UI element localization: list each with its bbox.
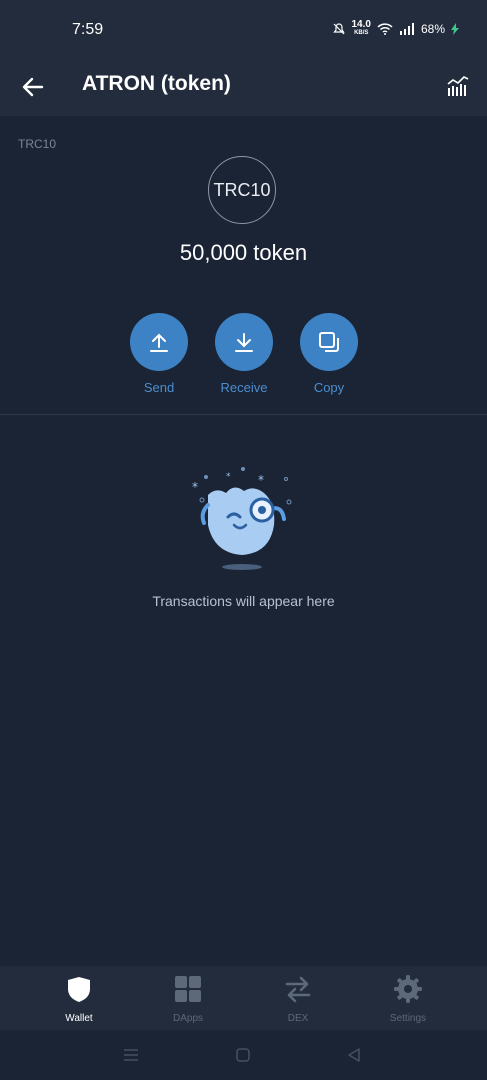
- tab-settings-label: Settings: [389, 1013, 427, 1024]
- token-logo-text: TRC10: [213, 179, 271, 200]
- shield-icon: [68, 977, 90, 1002]
- gear-icon: [394, 975, 422, 1003]
- download-icon: [235, 333, 253, 352]
- chart-icon[interactable]: [445, 72, 471, 98]
- copy-label: Copy: [313, 380, 345, 395]
- battery-level: 68%: [420, 22, 445, 36]
- receive-circle[interactable]: [215, 313, 273, 371]
- token-type-tag: TRC10: [18, 137, 57, 151]
- tab-settings[interactable]: Settings: [368, 974, 448, 1024]
- send-circle[interactable]: [130, 313, 188, 371]
- mascot-illustration: * * *: [192, 467, 292, 570]
- send-label: Send: [143, 380, 175, 395]
- network-speed: 14.0 KB/S: [351, 19, 371, 37]
- bell-off-icon: [332, 23, 345, 35]
- tab-dex[interactable]: DEX: [258, 974, 338, 1024]
- tab-dapps[interactable]: DApps: [148, 974, 228, 1024]
- empty-state-message: Transactions will appear here: [152, 593, 335, 609]
- back-triangle-icon[interactable]: [345, 1046, 363, 1064]
- tab-dapps-label: DApps: [172, 1013, 203, 1024]
- svg-text:*: *: [226, 472, 231, 482]
- status-time: 7:59: [72, 21, 104, 38]
- token-logo: TRC10: [208, 156, 276, 224]
- tab-wallet[interactable]: Wallet: [39, 974, 119, 1024]
- swap-icon: [285, 976, 311, 1003]
- status-icons: 14.0 KB/S 68%: [332, 19, 459, 37]
- token-balance: 50,000 token: [179, 240, 308, 265]
- arrow-left-icon[interactable]: [20, 74, 46, 100]
- copy-button[interactable]: Copy: [299, 313, 359, 395]
- menu-icon[interactable]: [122, 1046, 140, 1064]
- grid-icon: [175, 976, 201, 1002]
- app-bar: ATRON (token): [0, 60, 487, 116]
- home-icon[interactable]: [234, 1046, 252, 1064]
- copy-icon: [319, 332, 339, 352]
- svg-text:*: *: [192, 480, 198, 494]
- upload-icon: [150, 333, 168, 352]
- tab-wallet-label: Wallet: [65, 1013, 93, 1024]
- system-nav-bar: [0, 1030, 487, 1080]
- status-bar: 7:59 14.0 KB/S 68%: [0, 0, 487, 60]
- signal-icon: [399, 23, 414, 35]
- send-button[interactable]: Send: [129, 313, 189, 395]
- section-divider: [0, 414, 487, 415]
- copy-circle[interactable]: [300, 313, 358, 371]
- tab-dex-label: DEX: [287, 1013, 309, 1024]
- page-title: ATRON (token): [82, 72, 231, 95]
- charging-icon: [451, 23, 459, 35]
- bottom-tab-bar: Wallet DApps DEX Settings: [0, 966, 487, 1030]
- receive-label: Receive: [220, 380, 268, 395]
- receive-button[interactable]: Receive: [214, 313, 274, 395]
- svg-text:*: *: [258, 473, 264, 487]
- wifi-icon: [377, 23, 393, 35]
